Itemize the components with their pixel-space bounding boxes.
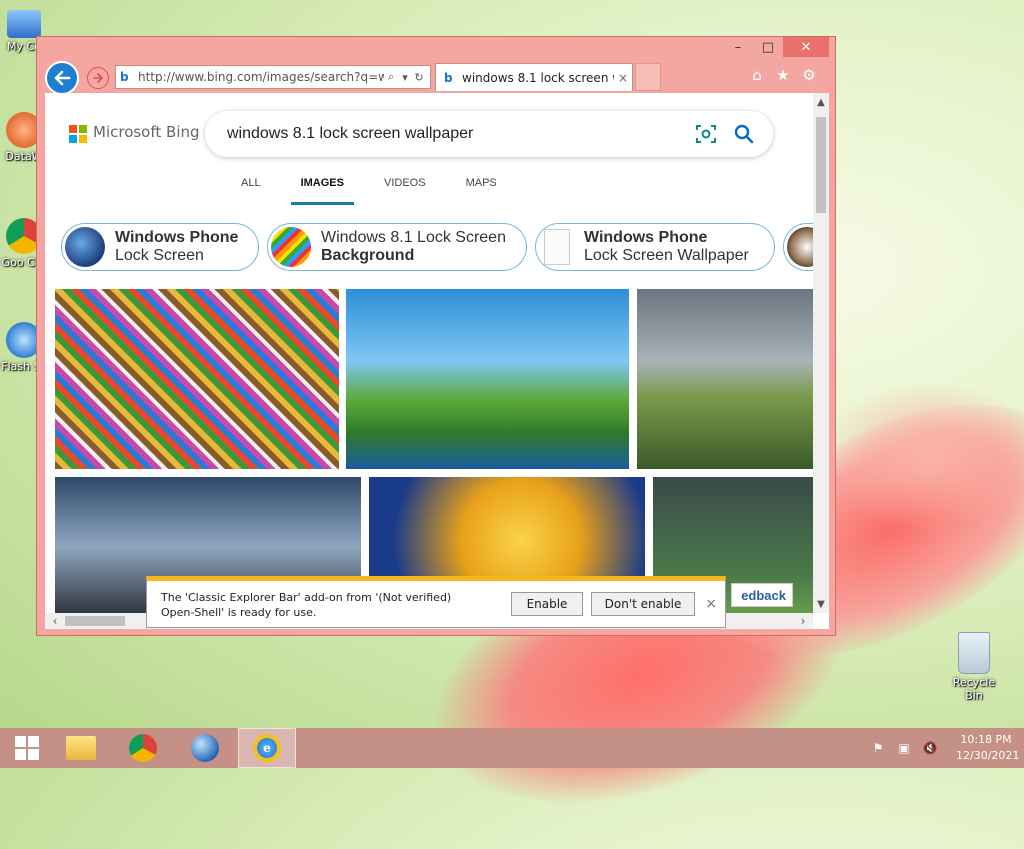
taskbar: e ⚑ ▣ 🔇 10:18 PM 12/30/2021 xyxy=(0,728,1024,768)
settings-gear-icon[interactable]: ⚙ xyxy=(799,65,819,85)
volume-muted-icon[interactable]: 🔇 xyxy=(920,738,940,758)
broken-image-icon xyxy=(544,229,570,265)
refresh-icon[interactable]: ↻ xyxy=(412,71,426,84)
start-button[interactable] xyxy=(0,728,54,768)
tab-images[interactable]: IMAGES xyxy=(281,177,364,205)
scroll-right-icon[interactable]: › xyxy=(795,613,811,629)
visual-search-icon[interactable] xyxy=(693,121,719,147)
browser-tab[interactable]: b windows 8.1 lock screen wa... × xyxy=(435,63,633,91)
feedback-button[interactable]: edback xyxy=(731,583,793,607)
chip-line2: Background xyxy=(321,247,415,264)
vertical-scrollbar[interactable]: ▲ ▼ xyxy=(813,93,829,613)
chip-thumbnail xyxy=(271,227,311,267)
address-bar[interactable]: b http://www.bing.com/images/search?q=wi… xyxy=(115,65,431,89)
window-controls: – □ ✕ xyxy=(723,37,829,59)
scroll-down-icon[interactable]: ▼ xyxy=(813,597,829,613)
page-content: Microsoft Bing ALL IMAGES VIDEOS MAPS xyxy=(45,93,829,629)
image-result[interactable] xyxy=(346,289,629,469)
network-icon[interactable]: ▣ xyxy=(894,738,914,758)
brand-name[interactable]: Microsoft Bing xyxy=(93,123,200,141)
clock-time: 10:18 PM xyxy=(960,733,1012,746)
recycle-bin-icon xyxy=(958,632,990,674)
notification-message: The 'Classic Explorer Bar' add-on from '… xyxy=(161,591,452,619)
tab-close-button[interactable]: × xyxy=(614,71,632,85)
internet-explorer-taskbar-button[interactable]: e xyxy=(238,728,296,768)
tab-all[interactable]: ALL xyxy=(221,177,281,197)
scroll-thumb[interactable] xyxy=(816,117,826,213)
toolbar-icons: ⌂ ★ ⚙ xyxy=(747,65,819,85)
magnifier-icon xyxy=(734,124,754,144)
clock[interactable]: 10:18 PM 12/30/2021 xyxy=(956,732,1020,764)
scroll-thumb-horizontal[interactable] xyxy=(65,616,125,626)
dropdown-icon[interactable]: ▾ xyxy=(398,71,412,84)
search-icon[interactable]: ⌕ xyxy=(384,70,398,84)
internet-explorer-icon: e xyxy=(253,734,281,762)
scroll-left-icon[interactable]: ‹ xyxy=(47,613,63,629)
forward-arrow-icon xyxy=(93,73,104,83)
home-icon[interactable]: ⌂ xyxy=(747,65,767,85)
search-button[interactable] xyxy=(731,121,757,147)
back-button[interactable] xyxy=(45,61,79,95)
related-search-chips: Windows Phone Lock Screen Windows 8.1 Lo… xyxy=(61,223,821,273)
desktop-icon-recycle-bin[interactable]: Recycle Bin xyxy=(944,632,1004,702)
chip-line2: Lock Screen Wallpaper xyxy=(584,247,749,264)
file-explorer-button[interactable] xyxy=(54,728,108,768)
tab-title: windows 8.1 lock screen wa... xyxy=(462,70,614,85)
address-url[interactable]: http://www.bing.com/images/search?q=wir xyxy=(138,70,384,84)
dont-enable-button[interactable]: Don't enable xyxy=(591,592,695,616)
computer-icon xyxy=(7,10,41,38)
addon-notification-bar: The 'Classic Explorer Bar' add-on from '… xyxy=(146,576,726,628)
bing-favicon-icon: b xyxy=(120,70,129,84)
chip-line1: Windows 8.1 Lock Screen xyxy=(321,229,506,246)
chip-windows-81-lock-screen-background[interactable]: Windows 8.1 Lock Screen Background xyxy=(267,223,527,271)
chip-windows-phone-lock-screen-wallpaper[interactable]: Windows Phone Lock Screen Wallpaper xyxy=(535,223,775,271)
navigation-bar: b http://www.bing.com/images/search?q=wi… xyxy=(45,61,827,95)
bing-favicon-icon: b xyxy=(444,70,453,85)
clock-date: 12/30/2021 xyxy=(956,749,1020,762)
new-tab-button[interactable] xyxy=(635,63,661,91)
scroll-up-icon[interactable]: ▲ xyxy=(813,95,829,111)
forward-button[interactable] xyxy=(87,67,109,89)
browser-window: – □ ✕ b http://www.bing.com/images/searc… xyxy=(36,36,836,636)
chrome-icon xyxy=(129,734,157,762)
tab-videos[interactable]: VIDEOS xyxy=(364,177,446,197)
image-result[interactable] xyxy=(637,289,813,469)
folder-icon xyxy=(66,736,96,760)
enable-button[interactable]: Enable xyxy=(511,592,583,616)
chip-line1: Windows Phone xyxy=(115,229,239,246)
microsoft-logo-icon[interactable] xyxy=(69,125,87,143)
chip-thumbnail xyxy=(65,227,105,267)
minimize-button[interactable]: – xyxy=(723,37,753,57)
chip-line2: Lock Screen xyxy=(115,247,204,264)
windows-logo-icon xyxy=(15,736,39,760)
chrome-taskbar-button[interactable] xyxy=(116,728,170,768)
back-arrow-icon xyxy=(54,70,71,86)
action-center-flag-icon[interactable]: ⚑ xyxy=(868,738,888,758)
chip-windows-phone-lock-screen[interactable]: Windows Phone Lock Screen xyxy=(61,223,259,271)
close-notification-icon[interactable]: × xyxy=(705,596,717,612)
search-box xyxy=(205,111,773,157)
wallpaper-petal xyxy=(820,380,1024,530)
close-window-button[interactable]: ✕ xyxy=(783,37,829,57)
favorites-star-icon[interactable]: ★ xyxy=(773,65,793,85)
search-tabs: ALL IMAGES VIDEOS MAPS xyxy=(221,177,517,205)
globe-icon xyxy=(191,734,219,762)
system-tray: ⚑ ▣ 🔇 10:18 PM 12/30/2021 xyxy=(868,728,1020,768)
image-result[interactable] xyxy=(55,289,339,469)
maximize-button[interactable]: □ xyxy=(753,37,783,57)
bing-header: Microsoft Bing ALL IMAGES VIDEOS MAPS xyxy=(45,93,813,213)
chip-line1: Windows Phone xyxy=(584,229,708,246)
network-globe-button[interactable] xyxy=(178,728,232,768)
tab-maps[interactable]: MAPS xyxy=(446,177,517,197)
search-input[interactable] xyxy=(225,124,693,144)
